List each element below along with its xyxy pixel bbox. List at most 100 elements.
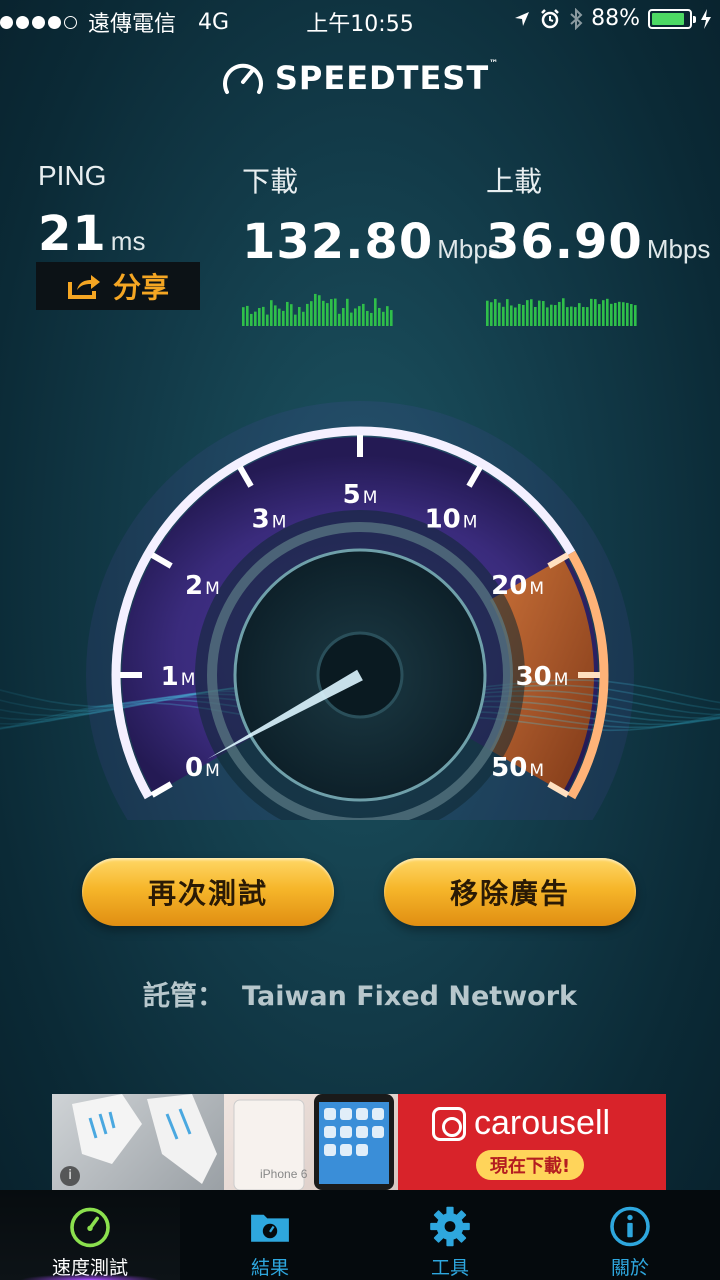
tab-bar: 速度測試 結果 工具 關於 [0,1190,720,1280]
ping-label: PING [38,160,107,191]
ad-info-icon[interactable]: i [60,1166,80,1186]
graph-bar [262,306,265,326]
graph-bar [258,308,261,326]
graph-bar [362,303,365,326]
graph-bar [614,302,617,326]
download-graph [242,293,393,326]
graph-bar [510,305,513,326]
graph-bar [290,304,293,326]
ad-shoes-image: i [52,1094,224,1190]
download-value: 132.80 [242,214,434,270]
graph-bar [562,298,565,326]
graph-bar [574,307,577,326]
graph-bar [250,313,253,326]
remove-ads-button[interactable]: 移除廣告 [384,858,636,926]
graph-bar [246,305,249,326]
ad-download-button[interactable]: 現在下載! [476,1150,584,1180]
tab-label-speedtest: 速度測試 [51,1257,128,1279]
retest-button[interactable]: 再次測試 [82,858,334,926]
host-name[interactable]: Taiwan Fixed Network [242,981,577,1012]
app-logo: SPEEDTEST™ [0,58,720,98]
download-label: 下載 [242,166,299,197]
graph-bar [538,300,541,326]
graph-bar [582,306,585,326]
status-bar: 遠傳電信 4G 上午10:55 88% [0,0,720,40]
graph-bar [542,301,545,326]
host-label: 託管： [143,981,225,1012]
graph-bar [514,307,517,326]
ad-phone-label: iPhone 6 [260,1167,308,1181]
graph-bar [554,305,557,326]
graph-bar [298,307,301,326]
tab-label-results: 結果 [250,1257,289,1279]
graph-bar [354,308,357,326]
graph-bar [610,303,613,326]
graph-bar [254,311,257,326]
graph-bar [278,308,281,326]
signal-strength-icon [0,15,80,29]
graph-bar [490,302,493,326]
app-title: SPEEDTEST™ [274,59,500,97]
tab-about[interactable]: 關於 [540,1190,720,1280]
graph-bar [266,314,269,326]
charging-bolt-icon [701,8,711,29]
ad-phones-image: iPhone 6 [224,1094,398,1190]
tab-speedtest[interactable]: 速度測試 [0,1190,180,1280]
share-label: 分享 [112,271,169,304]
ad-carousell-panel: carousell 現在下載! [398,1094,666,1190]
status-right: 88% [513,6,712,31]
bluetooth-icon [570,7,583,30]
ping-metric: PING 21 ms [38,160,145,262]
upload-metric: 上載 36.90 Mbps [486,160,710,330]
graph-bar [322,300,325,326]
graph-bar [294,314,297,326]
status-left: 遠傳電信 4G [0,6,229,38]
graph-bar [618,301,621,326]
graph-bar [602,300,605,326]
graph-bar [318,295,321,326]
graph-bar [338,313,341,326]
graph-bar [590,298,593,326]
download-metric: 下載 132.80 Mbps [242,160,501,330]
graph-bar [622,302,625,326]
graph-bar [570,306,573,326]
graph-bar [378,307,381,326]
location-arrow-icon [515,11,530,26]
tab-label-about: 關於 [610,1257,649,1279]
graph-bar [382,311,385,326]
carousell-name: carousell [474,1104,611,1142]
tab-tools[interactable]: 工具 [360,1190,540,1280]
graph-bar [518,303,521,326]
graph-bar [494,299,497,326]
battery-percent: 88% [591,6,640,31]
graph-bar [386,306,389,326]
graph-bar [526,300,529,326]
graph-bar [586,307,589,326]
graph-bar [534,306,537,326]
graph-bar [578,303,581,326]
graph-bar [374,298,377,326]
tab-results[interactable]: 結果 [180,1190,360,1280]
upload-unit: Mbps [646,234,711,264]
graph-bar [626,302,629,326]
graph-bar [274,305,277,326]
graph-bar [502,306,505,326]
graph-bar [286,301,289,326]
ad-banner[interactable]: i iPhone 6 carousell 現在下載! [52,1094,666,1190]
share-icon [67,275,100,299]
share-button[interactable]: 分享 [36,262,200,310]
ping-unit: ms [110,226,146,256]
speedometer-icon [70,1207,110,1248]
carrier-name: 遠傳電信 [88,12,177,37]
upload-label: 上載 [486,166,543,197]
graph-bar [486,300,489,326]
graph-bar [370,312,373,326]
graph-bar [594,299,597,326]
graph-bar [242,307,245,326]
graph-bar [606,298,609,326]
info-icon [610,1206,650,1247]
graph-bar [334,298,337,326]
graph-bar [498,302,501,326]
graph-bar [302,311,305,326]
graph-bar [550,304,553,326]
